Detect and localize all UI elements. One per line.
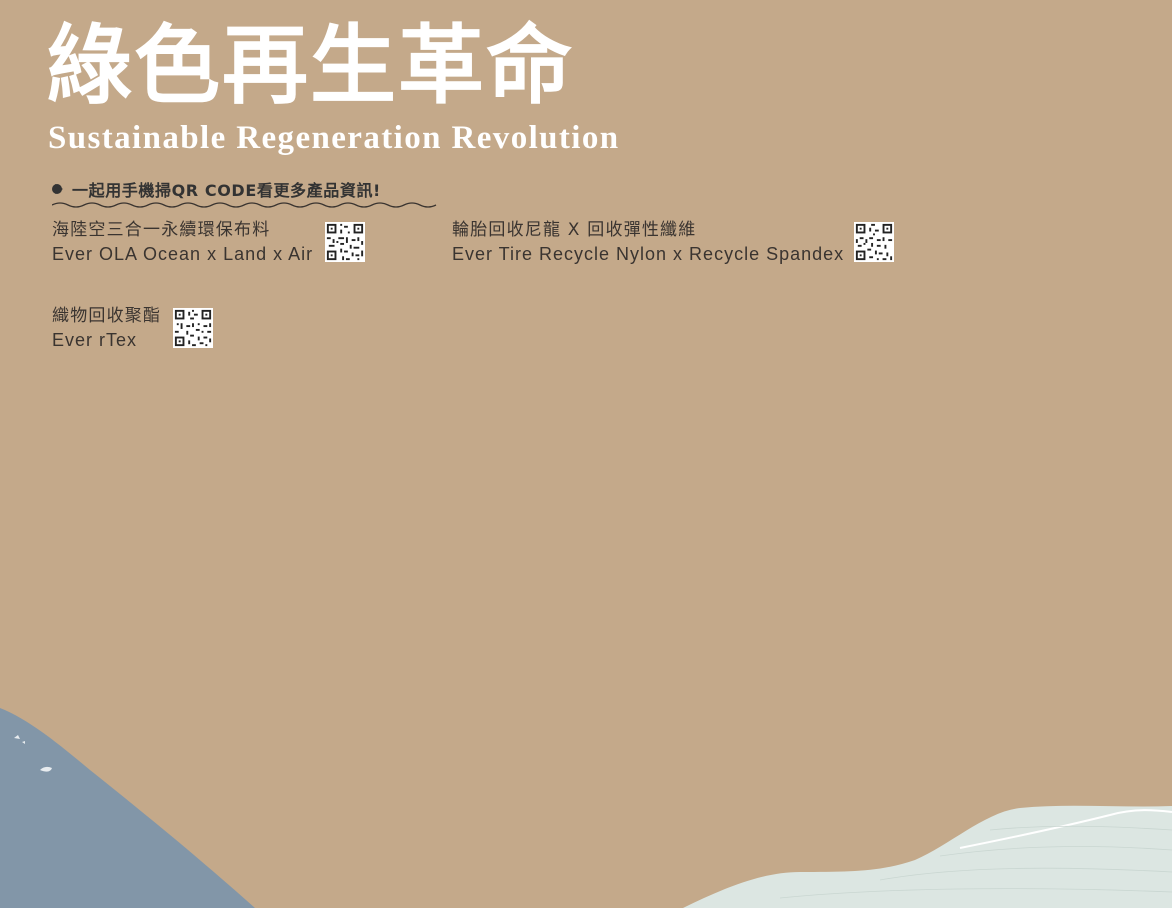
- product-name-zh: 輪胎回收尼龍 X 回收彈性纖維: [452, 220, 697, 240]
- play-triangle-icon: [52, 184, 63, 194]
- qr-code-icon[interactable]: [854, 222, 895, 262]
- product-name-en: Ever rTex: [52, 330, 138, 350]
- product-ever-tire: 輪胎回收尼龍 X 回收彈性纖維 Ever Tire Recycle Nylon …: [452, 218, 895, 266]
- scan-qr-text: 一起用手機掃QR CODE看更多產品資訊!: [72, 181, 381, 200]
- product-name-en: Ever OLA Ocean x Land x Air: [52, 244, 314, 264]
- qr-code-icon[interactable]: [325, 222, 366, 262]
- page-subtitle: Sustainable Regeneration Revolution: [48, 120, 620, 156]
- poster-canvas: 綠色再生革命 Sustainable Regeneration Revoluti…: [0, 0, 1172, 908]
- wavy-divider: [52, 202, 437, 208]
- page-title: 綠色再生革命: [46, 15, 574, 116]
- product-ever-ola: 海陸空三合一永續環保布料 Ever OLA Ocean x Land x Air: [52, 218, 366, 266]
- product-name-en: Ever Tire Recycle Nylon x Recycle Spande…: [452, 244, 845, 264]
- scan-qr-banner: 一起用手機掃QR CODE看更多產品資訊!: [52, 176, 381, 202]
- product-name-zh: 海陸空三合一永續環保布料: [52, 220, 271, 240]
- product-name-zh: 織物回收聚酯: [52, 306, 162, 326]
- qr-code-icon[interactable]: [173, 308, 214, 348]
- product-ever-rtex: 織物回收聚酯 Ever rTex: [52, 304, 214, 352]
